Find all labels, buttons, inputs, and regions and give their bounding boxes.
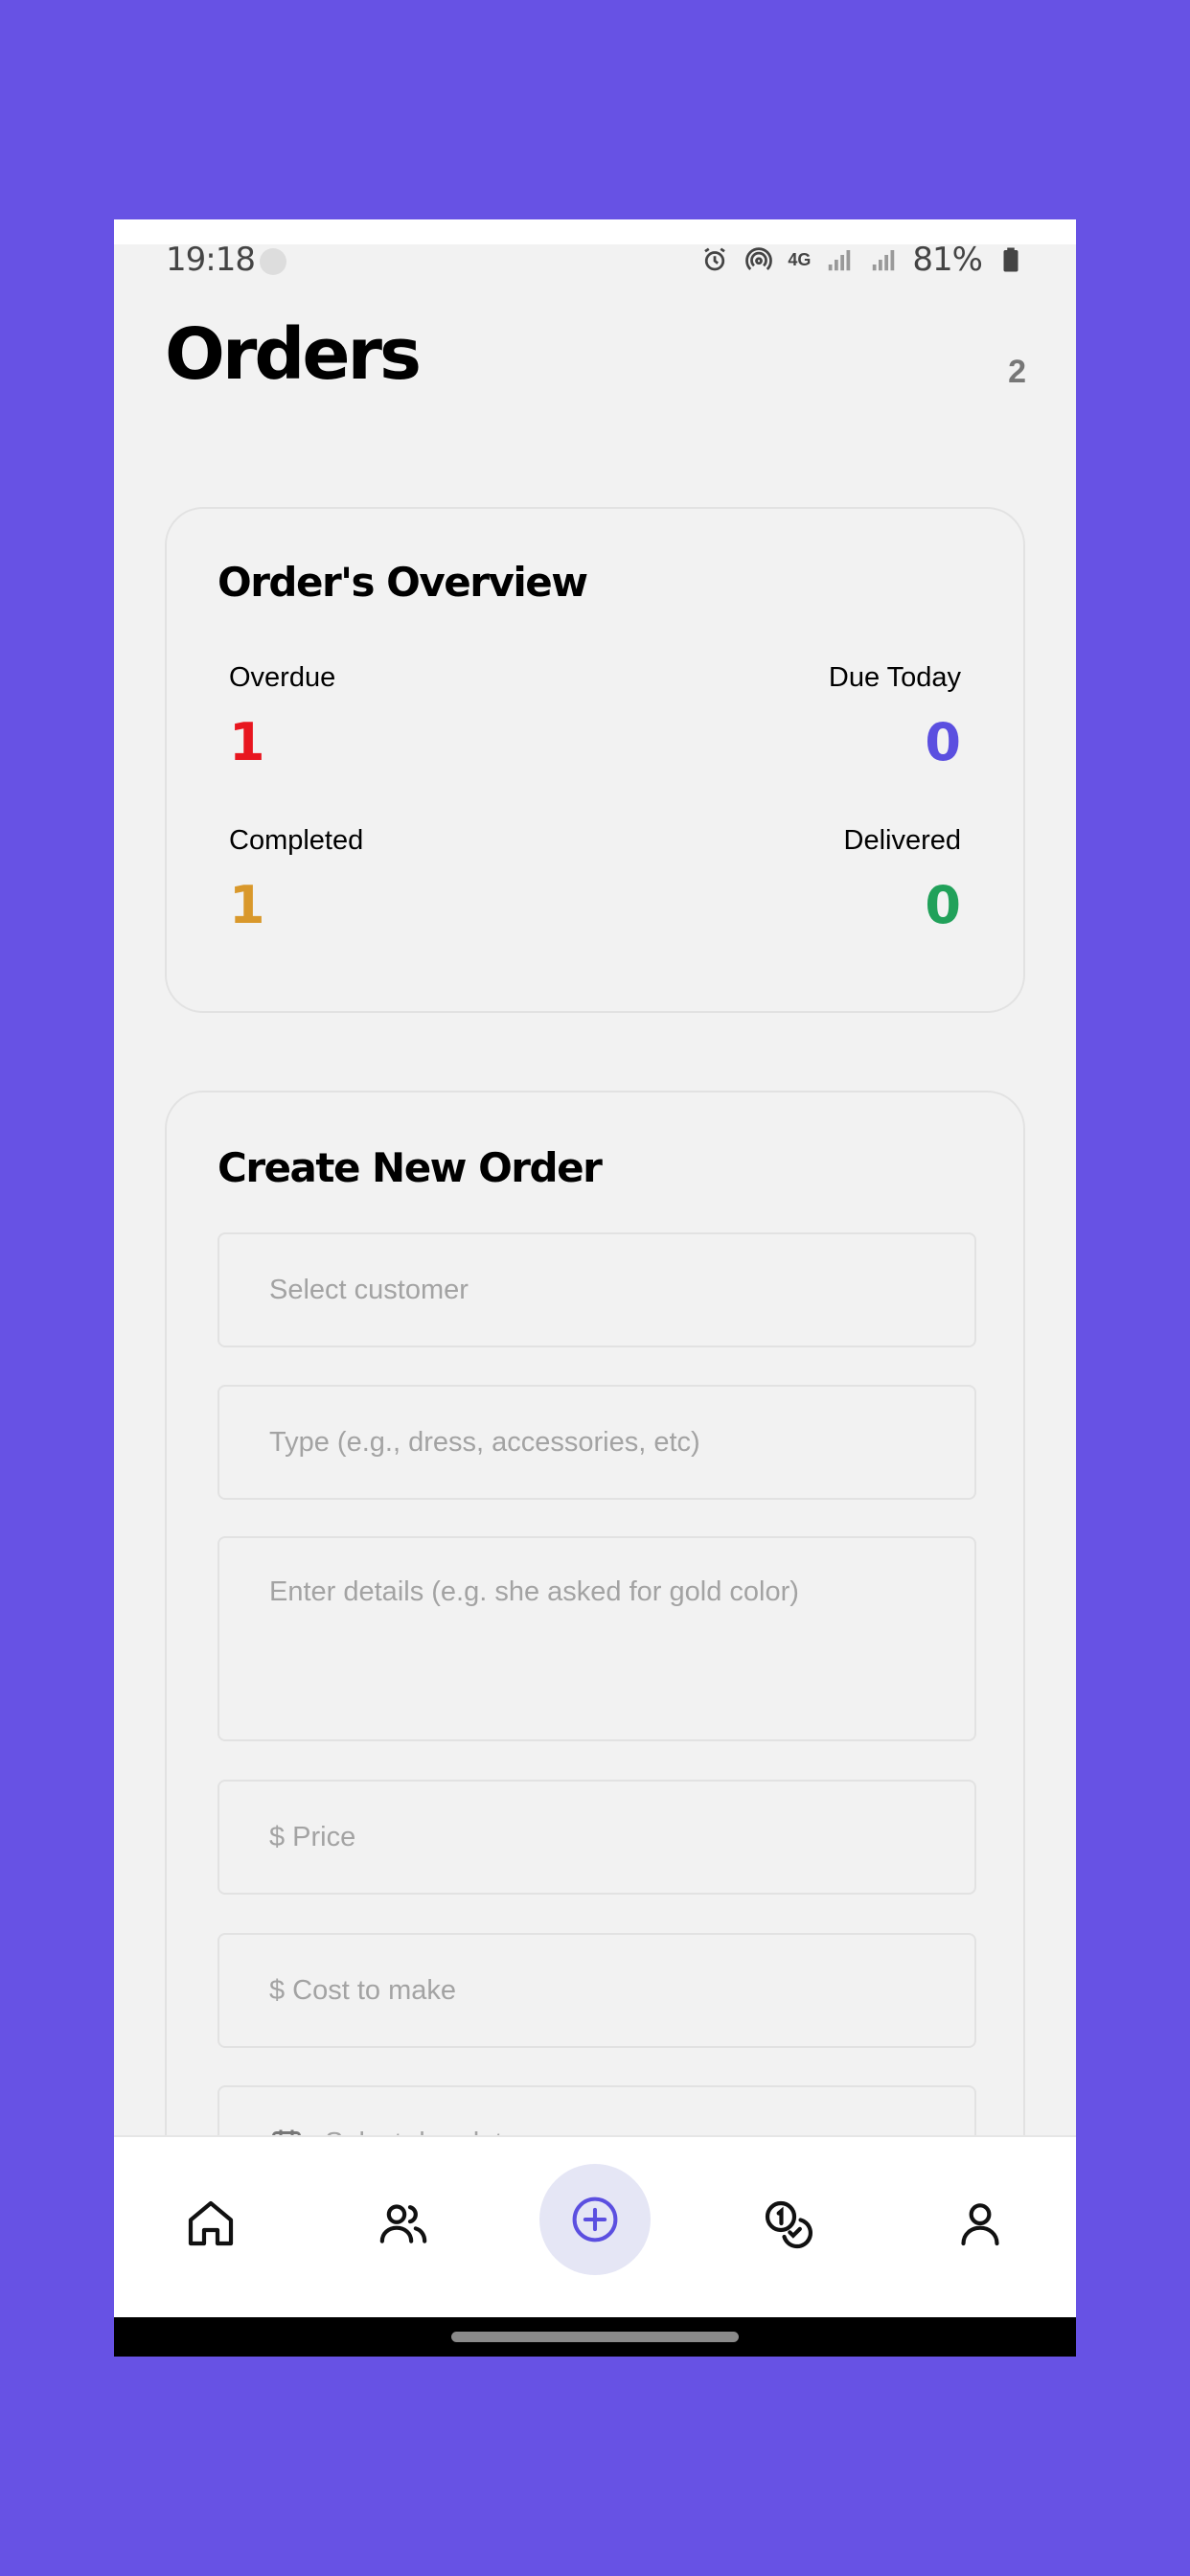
due-today-label: Due Today — [828, 662, 961, 693]
due-today-count[interactable]: 0 — [925, 712, 961, 772]
nav-payments[interactable] — [757, 2193, 818, 2254]
delivered-label: Delivered — [843, 825, 962, 856]
completed-label: Completed — [229, 825, 364, 856]
signal-2-icon — [868, 244, 899, 275]
status-icons: 4G 81% — [699, 241, 1026, 279]
delivered-count[interactable]: 0 — [925, 875, 961, 935]
cost-input[interactable] — [217, 1933, 976, 2048]
nav-add-order[interactable] — [539, 2164, 651, 2275]
profile-icon — [961, 2203, 999, 2246]
nav-customers[interactable] — [373, 2193, 434, 2254]
status-bar: 19:18 4G 81% — [114, 235, 1076, 292]
home-indicator[interactable] — [451, 2332, 739, 2342]
create-order-title: Create New Order — [217, 1144, 603, 1191]
nav-home[interactable] — [180, 2193, 241, 2254]
completed-count[interactable]: 1 — [229, 875, 265, 935]
nav-profile[interactable] — [950, 2193, 1011, 2254]
overview-title: Order's Overview — [217, 559, 588, 606]
add-order-icon — [572, 2196, 618, 2242]
overdue-label: Overdue — [229, 662, 336, 693]
type-input[interactable] — [217, 1385, 976, 1500]
battery-level: 81% — [912, 241, 983, 279]
home-icon — [188, 2200, 234, 2246]
status-time: 19:18 — [166, 241, 256, 279]
details-textarea[interactable] — [217, 1536, 976, 1741]
phone-screen: 19:18 4G 81% Orders 2 Order's Overview O… — [114, 219, 1076, 2357]
alarm-icon — [699, 244, 730, 275]
customer-select[interactable] — [217, 1232, 976, 1347]
orders-overview-card: Order's Overview Overdue 1 Due Today 0 C… — [165, 507, 1025, 1013]
system-navigation-bar — [114, 2317, 1076, 2357]
hotspot-icon — [744, 244, 774, 275]
overdue-count[interactable]: 1 — [229, 712, 265, 772]
page-title: Orders — [165, 313, 422, 396]
price-input[interactable] — [217, 1780, 976, 1895]
customers-icon — [379, 2204, 427, 2243]
header-badge: 2 — [1008, 354, 1026, 390]
notification-dot-icon — [260, 248, 286, 275]
battery-icon — [995, 244, 1026, 275]
payments-icon — [765, 2200, 813, 2249]
signal-icon — [824, 244, 855, 275]
bottom-navigation — [114, 2135, 1076, 2317]
network-type: 4G — [788, 250, 812, 269]
